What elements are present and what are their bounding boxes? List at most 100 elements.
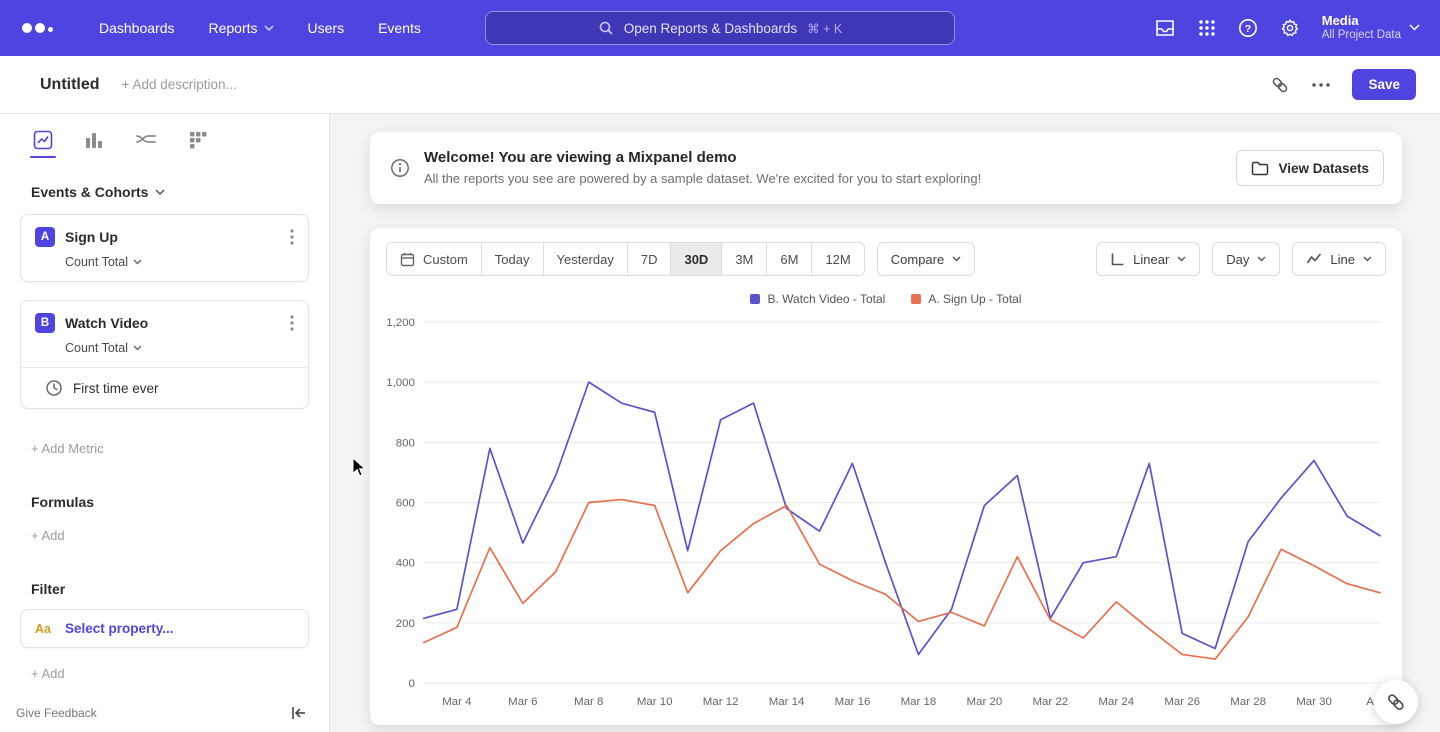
scale-selector[interactable]: Linear <box>1096 242 1200 276</box>
text-property-type-icon: Aa <box>35 622 51 636</box>
svg-text:Mar 8: Mar 8 <box>574 696 603 708</box>
events-cohorts-header[interactable]: Events & Cohorts <box>31 184 309 200</box>
events-cohorts-label: Events & Cohorts <box>31 184 148 200</box>
svg-text:Mar 4: Mar 4 <box>442 696 472 708</box>
svg-text:Mar 18: Mar 18 <box>901 696 937 708</box>
date-range-label: Today <box>495 252 530 267</box>
metric-event-selector[interactable]: Sign Up <box>65 229 278 245</box>
svg-text:Mar 14: Mar 14 <box>769 696 805 708</box>
add-formula-button[interactable]: + Add <box>31 528 65 543</box>
svg-text:Mar 10: Mar 10 <box>637 696 673 708</box>
settings-gear-icon[interactable] <box>1280 18 1300 38</box>
svg-text:Mar 16: Mar 16 <box>835 696 871 708</box>
chevron-down-icon <box>155 189 165 195</box>
chart-legend: B. Watch Video - Total A. Sign Up - Tota… <box>370 292 1402 306</box>
line-chart-icon <box>1306 252 1322 266</box>
date-range-label: 6M <box>780 252 798 267</box>
share-link-icon[interactable] <box>1270 75 1290 95</box>
help-icon[interactable]: ? <box>1238 18 1258 38</box>
give-feedback-link[interactable]: Give Feedback <box>16 706 97 720</box>
aggregation-label: Count Total <box>65 255 128 269</box>
search-shortcut: ⌘ + K <box>807 21 842 36</box>
chart-type-selector[interactable]: Line <box>1292 242 1386 276</box>
add-description-field[interactable]: + Add description... <box>122 77 237 92</box>
date-range-yesterday[interactable]: Yesterday <box>543 243 627 275</box>
tab-retention[interactable] <box>186 124 210 158</box>
data-inbox-icon[interactable] <box>1154 18 1176 38</box>
legend-item-sign-up[interactable]: A. Sign Up - Total <box>911 292 1021 306</box>
metric-badge: B <box>35 313 55 333</box>
compare-button[interactable]: Compare <box>877 242 975 276</box>
legend-swatch <box>750 294 760 304</box>
filter-property-selector[interactable]: Aa Select property... <box>20 609 309 648</box>
date-range-label: Custom <box>423 252 468 267</box>
save-button[interactable]: Save <box>1352 69 1416 100</box>
svg-text:Mar 12: Mar 12 <box>703 696 739 708</box>
share-link-fab[interactable] <box>1374 680 1418 724</box>
nav-dashboards-label: Dashboards <box>99 20 175 36</box>
date-range-3m[interactable]: 3M <box>721 243 766 275</box>
axis-icon <box>1110 252 1125 267</box>
report-title[interactable]: Untitled <box>40 76 100 94</box>
more-options-icon[interactable] <box>1312 83 1330 87</box>
metric-card-a: A Sign Up Count Total <box>20 214 309 282</box>
main-content: Welcome! You are viewing a Mixpanel demo… <box>330 114 1440 732</box>
select-property-label: Select property... <box>65 621 174 636</box>
date-range-6m[interactable]: 6M <box>766 243 811 275</box>
global-search-input[interactable]: Open Reports & Dashboards ⌘ + K <box>485 11 955 45</box>
aggregation-label: Count Total <box>65 341 128 355</box>
legend-label: B. Watch Video - Total <box>767 292 885 306</box>
nav-users[interactable]: Users <box>308 20 345 36</box>
collapse-sidebar-icon[interactable] <box>291 706 307 720</box>
project-selector[interactable]: Media All Project Data <box>1322 13 1420 42</box>
nav-reports[interactable]: Reports <box>209 20 274 36</box>
aggregation-selector[interactable]: Count Total <box>65 341 142 355</box>
nav-events-label: Events <box>378 20 421 36</box>
legend-swatch <box>911 294 921 304</box>
tab-flows[interactable] <box>133 124 159 158</box>
date-range-7d[interactable]: 7D <box>627 243 671 275</box>
legend-item-watch-video[interactable]: B. Watch Video - Total <box>750 292 885 306</box>
clock-icon <box>45 379 63 397</box>
svg-text:400: 400 <box>396 558 415 570</box>
svg-text:Mar 30: Mar 30 <box>1296 696 1332 708</box>
add-filter-button[interactable]: + Add <box>31 666 65 681</box>
date-range-selector: Custom Today Yesterday 7D 30D 3M 6M 12M <box>386 242 865 276</box>
first-time-ever-option[interactable]: First time ever <box>21 367 308 408</box>
view-datasets-button[interactable]: View Datasets <box>1236 150 1384 186</box>
filter-header: Filter <box>31 581 309 597</box>
metric-card-b: B Watch Video Count Total First time eve… <box>20 300 309 409</box>
apps-grid-icon[interactable] <box>1198 19 1216 37</box>
metric-event-selector[interactable]: Watch Video <box>65 315 278 331</box>
date-range-30d[interactable]: 30D <box>670 243 721 275</box>
search-placeholder: Open Reports & Dashboards <box>624 21 797 36</box>
add-metric-button[interactable]: + Add Metric <box>31 441 104 456</box>
top-nav: Dashboards Reports Users Events Open Rep… <box>0 0 1440 56</box>
metric-options-icon[interactable] <box>288 313 296 333</box>
nav-dashboards[interactable]: Dashboards <box>99 20 175 36</box>
project-subtitle: All Project Data <box>1322 29 1401 43</box>
folder-icon <box>1251 161 1269 176</box>
line-chart[interactable]: 02004006008001,0001,200Mar 4Mar 6Mar 8Ma… <box>378 312 1386 716</box>
date-range-custom[interactable]: Custom <box>387 243 481 275</box>
svg-text:200: 200 <box>396 618 415 630</box>
date-range-12m[interactable]: 12M <box>811 243 863 275</box>
aggregation-selector[interactable]: Count Total <box>65 255 142 269</box>
metric-options-icon[interactable] <box>288 227 296 247</box>
svg-text:Mar 22: Mar 22 <box>1032 696 1068 708</box>
metric-badge: A <box>35 227 55 247</box>
nav-events[interactable]: Events <box>378 20 421 36</box>
formulas-header: Formulas <box>31 494 309 510</box>
granularity-selector[interactable]: Day <box>1212 242 1280 276</box>
tab-funnels[interactable] <box>82 124 106 158</box>
mixpanel-logo[interactable] <box>22 23 53 33</box>
chart-type-label: Line <box>1330 252 1355 267</box>
chevron-down-icon <box>1257 256 1266 262</box>
chevron-down-icon <box>1363 256 1372 262</box>
date-range-today[interactable]: Today <box>481 243 543 275</box>
banner-title: Welcome! You are viewing a Mixpanel demo <box>424 148 981 168</box>
tab-insights[interactable] <box>31 124 55 158</box>
banner-subtitle: All the reports you see are powered by a… <box>424 170 981 188</box>
compare-label: Compare <box>891 252 944 267</box>
chevron-down-icon <box>133 345 142 351</box>
